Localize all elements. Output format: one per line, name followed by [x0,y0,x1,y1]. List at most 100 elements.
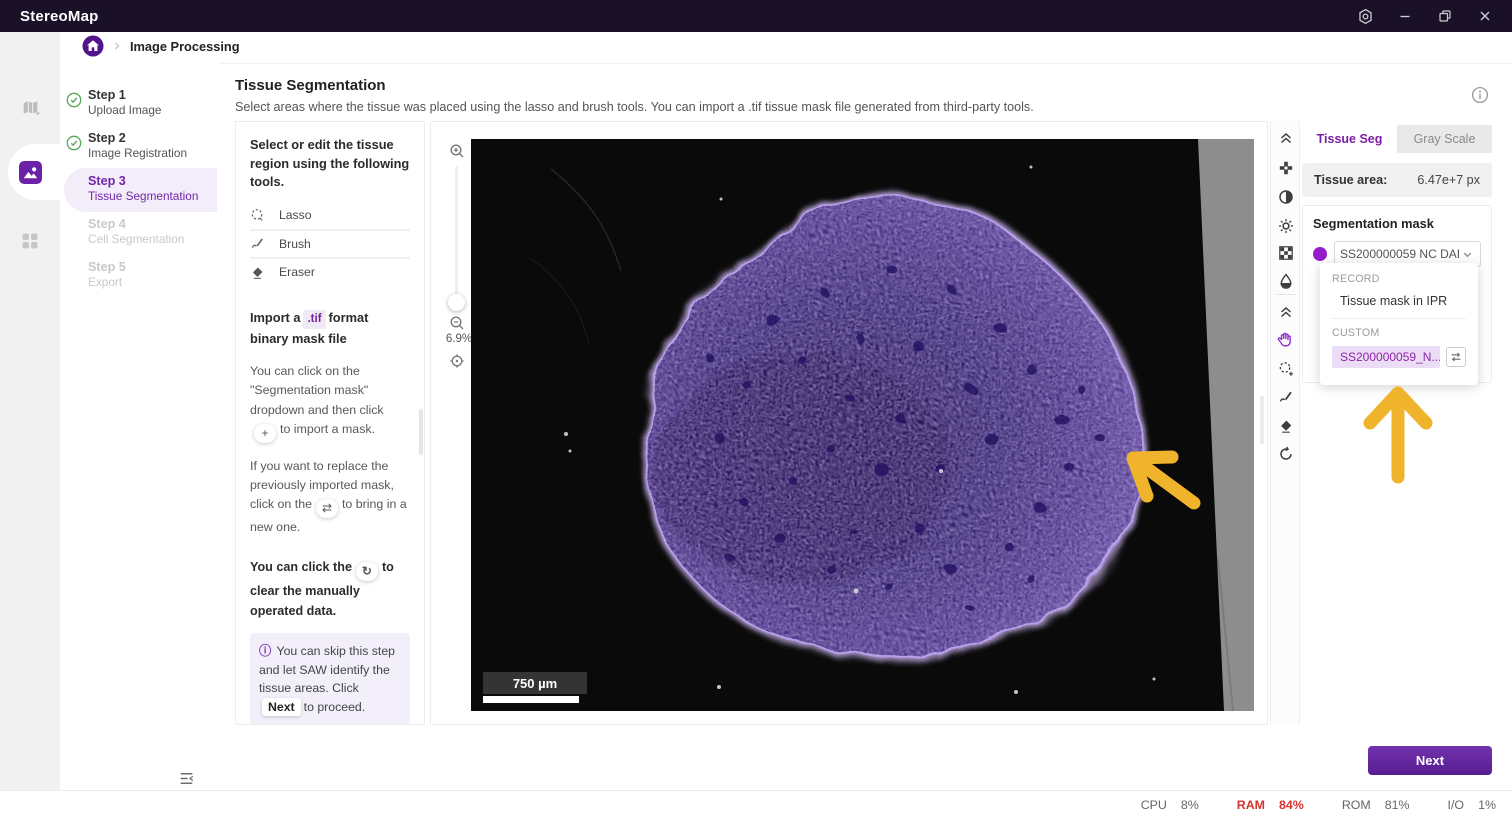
breadcrumb: Image Processing [82,34,240,58]
rom-label: ROM [1341,798,1371,812]
step-number: Step 5 [88,260,126,274]
step-number: Step 4 [88,217,126,231]
tissue-image-canvas[interactable]: 750 µm [471,139,1254,711]
tab-gray-scale[interactable]: Gray Scale [1397,125,1492,153]
status-bar: CPU 8% RAM 84% ROM 81% I/O 1% [0,790,1512,819]
step-number: Step 2 [88,131,126,145]
zoom-in-icon[interactable] [449,143,465,159]
clear-instructions: You can click the ↻ to clear the manually … [250,557,410,621]
brightness-icon[interactable] [1277,217,1294,234]
window-controls [1352,3,1512,29]
import-para-pre: You can click on the "Segmentation mask"… [250,364,384,417]
check-circle-icon [66,135,82,151]
home-icon[interactable] [82,35,104,57]
annotation-arrow-dropdown [1363,386,1433,484]
step-number: Step 3 [88,174,126,188]
step-label: Upload Image [88,103,162,117]
pan-hand-icon[interactable] [1277,331,1294,348]
toolbar-divider [1276,294,1296,295]
map-icon[interactable] [21,98,40,117]
zoom-slider-track[interactable] [455,166,458,304]
header-divider [220,63,1512,64]
fit-view-icon[interactable] [449,353,465,369]
minimize-icon[interactable] [1392,3,1418,29]
next-button[interactable]: Next [1368,746,1492,775]
contrast-icon[interactable] [1277,188,1294,205]
import-heading-pre: Import a [250,309,301,325]
eraser-tool[interactable]: Eraser [250,257,410,286]
saturation-icon[interactable] [1277,272,1294,289]
close-icon[interactable] [1472,3,1498,29]
ram-label: RAM [1236,798,1265,812]
checkerboard-icon[interactable] [1277,244,1294,261]
tissue-area-label: Tissue area: [1314,173,1388,187]
titlebar: StereoMap [0,0,1512,32]
settings-icon[interactable] [1352,3,1378,29]
position-adjust-icon[interactable] [1277,159,1294,176]
tool-label: Eraser [279,265,315,280]
zoom-slider-handle[interactable] [448,294,465,311]
tool-list: Lasso Brush Eraser [250,202,410,286]
app-window: StereoMap Image Processing Step 1 Upload… [0,0,1512,819]
ram-value: 84% [1279,798,1304,812]
next-keyword: Next [262,697,301,717]
io-label: I/O [1447,798,1465,812]
step-label: Export [88,275,123,289]
add-mask-icon: + [254,423,276,443]
eraser-icon[interactable] [1277,417,1294,434]
scale-bar-label: 750 µm [513,676,557,691]
tool-label: Lasso [279,208,312,223]
replace-instructions: If you want to replace the previously im… [250,457,410,537]
skip-step-tip: ⓘ You can skip this step and let SAW ide… [250,633,410,724]
chevron-right-icon [110,39,124,53]
chevron-down-icon [1460,247,1475,262]
lasso-add-icon[interactable] [1277,360,1294,377]
breadcrumb-current: Image Processing [130,38,240,54]
brush-icon [250,236,265,251]
right-panel-tabs: Tissue Seg Gray Scale [1302,125,1492,153]
clear-para-pre: You can click the [250,559,352,574]
brush-tool[interactable]: Brush [250,229,410,258]
scale-bar: 750 µm [483,672,587,703]
lasso-tool[interactable]: Lasso [250,202,410,230]
collapse-up-icon[interactable] [1277,129,1294,146]
restore-icon[interactable] [1432,3,1458,29]
mask-color-swatch[interactable] [1313,247,1327,261]
record-group-label: RECORD [1332,273,1380,285]
dropdown-item-custom-selected[interactable]: SS200000059_N... [1332,346,1440,368]
swap-mask-icon: ⇄ [315,498,338,518]
dropdown-divider [1332,318,1466,319]
tools-panel: Select or edit the tissue region using t… [235,121,425,725]
mask-dropdown-popup: RECORD Tissue mask in IPR CUSTOM SS20000… [1320,263,1478,385]
reset-icon[interactable] [1277,445,1294,462]
eraser-icon [250,265,265,280]
info-icon[interactable] [1471,86,1489,104]
viewer-scrollbar-thumb[interactable] [1260,396,1264,444]
collapse-panel-icon[interactable] [176,768,196,788]
tissue-area-value: 6.47e+7 px [1417,173,1480,187]
io-value: 1% [1478,798,1496,812]
collapse-up-icon[interactable] [1277,303,1294,320]
page-title: Tissue Segmentation [235,77,386,94]
step-label: Image Registration [88,146,188,160]
cpu-label: CPU [1140,798,1167,812]
tab-tissue-seg[interactable]: Tissue Seg [1302,125,1397,153]
brush-icon[interactable] [1277,388,1294,405]
tip-post: to proceed. [303,699,366,714]
dropdown-item-record[interactable]: Tissue mask in IPR [1332,294,1466,308]
zoom-out-icon[interactable] [449,315,465,331]
import-instructions: You can click on the "Segmentation mask"… [250,362,410,443]
tissue-area-box: Tissue area: 6.47e+7 px [1302,163,1492,197]
page-subtitle: Select areas where the tissue was placed… [235,100,1034,114]
tif-badge: .tif [303,309,326,329]
step-number: Step 1 [88,88,126,102]
swap-icon[interactable] [1446,347,1466,367]
image-processing-icon[interactable] [19,161,42,184]
selected-mask: SS200000059 NC DAI [1340,247,1460,261]
apps-grid-icon[interactable] [21,232,39,250]
tools-scrollbar-thumb[interactable] [419,409,423,455]
step-label: Tissue Segmentation [88,189,199,203]
cpu-status: CPU 8% [1141,798,1199,812]
check-circle-icon [66,92,82,108]
io-status: I/O 1% [1448,798,1496,812]
